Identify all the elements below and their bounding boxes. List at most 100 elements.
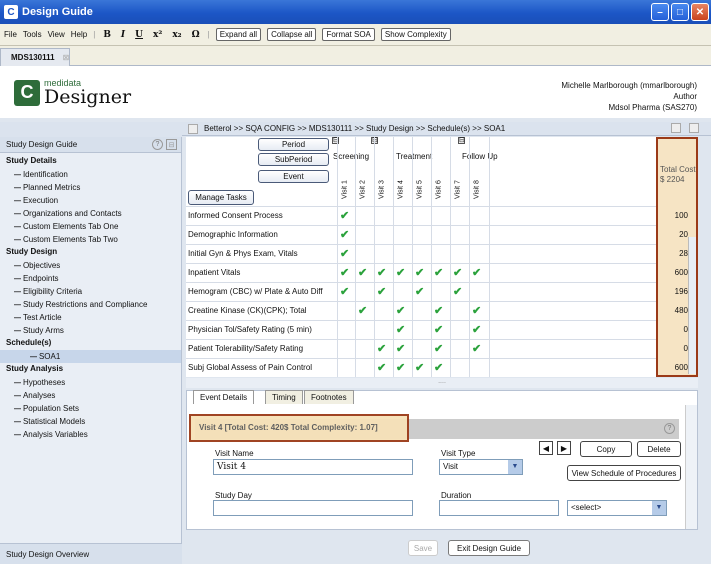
- task-row[interactable]: Inpatient Vitals ✔ ✔ ✔ ✔ ✔ ✔ ✔ ✔: [186, 263, 657, 282]
- expand-all-button[interactable]: Expand all: [215, 28, 262, 41]
- checkmark-icon[interactable]: ✔: [377, 361, 386, 374]
- checkmark-icon[interactable]: ✔: [434, 342, 443, 355]
- visit-type-select[interactable]: Visit ▼: [439, 459, 523, 475]
- checkmark-icon[interactable]: ✔: [453, 285, 462, 298]
- exit-design-guide-button[interactable]: Exit Design Guide: [448, 540, 530, 556]
- collapse-icon[interactable]: ⊟: [166, 139, 177, 150]
- tab-event-details[interactable]: Event Details: [193, 390, 255, 404]
- sidebar-footer[interactable]: Study Design Overview: [0, 543, 182, 564]
- previous-visit-button[interactable]: ◀: [539, 441, 553, 455]
- visit-name-input[interactable]: Visit 4: [213, 459, 413, 475]
- chevron-down-icon[interactable]: ▼: [652, 501, 666, 515]
- sidebar-item[interactable]: Analysis Variables: [6, 428, 181, 441]
- checkmark-icon[interactable]: ✔: [434, 266, 443, 279]
- delete-button[interactable]: Delete: [637, 441, 681, 457]
- sidebar-item[interactable]: Study Arms: [6, 324, 181, 337]
- checkmark-icon[interactable]: ✔: [396, 266, 405, 279]
- panel-splitter[interactable]: ....: [186, 378, 698, 388]
- minimize-icon[interactable]: –: [651, 3, 669, 21]
- checkmark-icon[interactable]: ✔: [415, 285, 424, 298]
- subperiod-button[interactable]: SubPeriod: [258, 153, 329, 166]
- chevron-down-icon[interactable]: ▼: [508, 460, 522, 474]
- subscript-button[interactable]: x₂: [170, 30, 183, 40]
- sidebar-item[interactable]: SOA1: [0, 349, 181, 363]
- sidebar-item[interactable]: Custom Elements Tab One: [6, 220, 181, 233]
- cost-scrollbar[interactable]: [688, 237, 696, 374]
- collapse-all-button[interactable]: Collapse all: [267, 28, 317, 41]
- menu-file[interactable]: File: [4, 30, 17, 39]
- task-row[interactable]: Initial Gyn & Phys Exam, Vitals ✔: [186, 244, 657, 263]
- sidebar-item[interactable]: Analyses: [6, 389, 181, 402]
- sidebar-section-title[interactable]: Study Design: [6, 246, 181, 259]
- sidebar-item[interactable]: Endpoints: [6, 272, 181, 285]
- task-row[interactable]: Patient Tolerability/Safety Rating ✔ ✔ ✔ ✔: [186, 339, 657, 358]
- checkmark-icon[interactable]: ✔: [396, 323, 405, 336]
- help-icon[interactable]: ?: [664, 423, 675, 434]
- visit-column-header[interactable]: Visit 1: [339, 175, 351, 205]
- sidebar-item[interactable]: Custom Elements Tab Two: [6, 233, 181, 246]
- event-button[interactable]: Event: [258, 170, 329, 183]
- sidebar-section-title[interactable]: Study Analysis: [6, 363, 181, 376]
- checkmark-icon[interactable]: ✔: [415, 361, 424, 374]
- checkmark-icon[interactable]: ✔: [434, 323, 443, 336]
- checkmark-icon[interactable]: ✔: [340, 228, 349, 241]
- sidebar-section-title[interactable]: Schedule(s): [6, 337, 181, 350]
- superscript-button[interactable]: x²: [151, 30, 164, 40]
- checkmark-icon[interactable]: ✔: [396, 304, 405, 317]
- copy-button[interactable]: Copy: [580, 441, 632, 457]
- duration-unit-select[interactable]: <select> ▼: [567, 500, 667, 516]
- task-row[interactable]: Creatine Kinase (CK)(CPK); Total ✔ ✔ ✔ ✔: [186, 301, 657, 320]
- sidebar-item[interactable]: Population Sets: [6, 402, 181, 415]
- breadcrumb-text[interactable]: Betterol >> SQA CONFIG >> MDS130111 >> S…: [204, 124, 505, 133]
- checkmark-icon[interactable]: ✔: [472, 323, 481, 336]
- sidebar-item[interactable]: Identification: [6, 168, 181, 181]
- sidebar-item[interactable]: Objectives: [6, 259, 181, 272]
- task-row[interactable]: Subj Global Assess of Pain Control ✔ ✔ ✔ ✔: [186, 358, 657, 377]
- bold-button[interactable]: B: [101, 30, 113, 40]
- visit-column-header[interactable]: Visit 8: [471, 175, 483, 205]
- checkmark-icon[interactable]: ✔: [396, 342, 405, 355]
- details-scrollbar[interactable]: [685, 405, 697, 529]
- menu-help[interactable]: Help: [71, 30, 87, 39]
- collapse-icon[interactable]: [689, 123, 699, 133]
- sidebar-section-title[interactable]: Study Details: [6, 155, 181, 168]
- show-complexity-button[interactable]: Show Complexity: [380, 28, 451, 41]
- save-button[interactable]: Save: [408, 540, 438, 556]
- maximize-icon[interactable]: □: [671, 3, 689, 21]
- checkmark-icon[interactable]: ✔: [377, 285, 386, 298]
- task-row[interactable]: Hemogram (CBC) w/ Plate & Auto Diff ✔ ✔ ✔ ✔: [186, 282, 657, 301]
- underline-button[interactable]: U: [133, 30, 145, 40]
- checkmark-icon[interactable]: ✔: [340, 247, 349, 260]
- checkmark-icon[interactable]: ✔: [415, 266, 424, 279]
- sidebar-item[interactable]: Eligibility Criteria: [6, 285, 181, 298]
- italic-button[interactable]: I: [119, 30, 127, 40]
- checkmark-icon[interactable]: ✔: [453, 266, 462, 279]
- sidebar-item[interactable]: Test Article: [6, 311, 181, 324]
- menu-tools[interactable]: Tools: [23, 30, 42, 39]
- checkmark-icon[interactable]: ✔: [472, 342, 481, 355]
- study-day-input[interactable]: [213, 500, 413, 516]
- checkmark-icon[interactable]: ✔: [358, 266, 367, 279]
- close-icon[interactable]: ✕: [691, 3, 709, 21]
- sidebar-item[interactable]: Planned Metrics: [6, 181, 181, 194]
- checkmark-icon[interactable]: ✔: [340, 266, 349, 279]
- visit-column-header[interactable]: Visit 4: [395, 175, 407, 205]
- menu-view[interactable]: View: [48, 30, 65, 39]
- task-row[interactable]: Physician Tol/Safety Rating (5 min) ✔ ✔ ✔: [186, 320, 657, 339]
- document-tab[interactable]: MDS130111 ⊠: [0, 48, 70, 66]
- sidebar-item[interactable]: Organizations and Contacts: [6, 207, 181, 220]
- checkmark-icon[interactable]: ✔: [472, 304, 481, 317]
- visit-column-header[interactable]: Visit 7: [452, 175, 464, 205]
- period-button[interactable]: Period: [258, 138, 329, 151]
- view-schedule-button[interactable]: View Schedule of Procedures: [567, 465, 681, 481]
- tab-footnotes[interactable]: Footnotes: [304, 390, 354, 404]
- sidebar-item[interactable]: Hypotheses: [6, 376, 181, 389]
- visit-column-header[interactable]: Visit 3: [376, 175, 388, 205]
- sidebar-item[interactable]: Execution: [6, 194, 181, 207]
- task-row[interactable]: Demographic Information ✔: [186, 225, 657, 244]
- sidebar-item[interactable]: Study Restrictions and Compliance: [6, 298, 181, 311]
- checkmark-icon[interactable]: ✔: [434, 361, 443, 374]
- checkmark-icon[interactable]: ✔: [340, 209, 349, 222]
- help-icon[interactable]: ?: [152, 139, 163, 150]
- help-icon[interactable]: [671, 123, 681, 133]
